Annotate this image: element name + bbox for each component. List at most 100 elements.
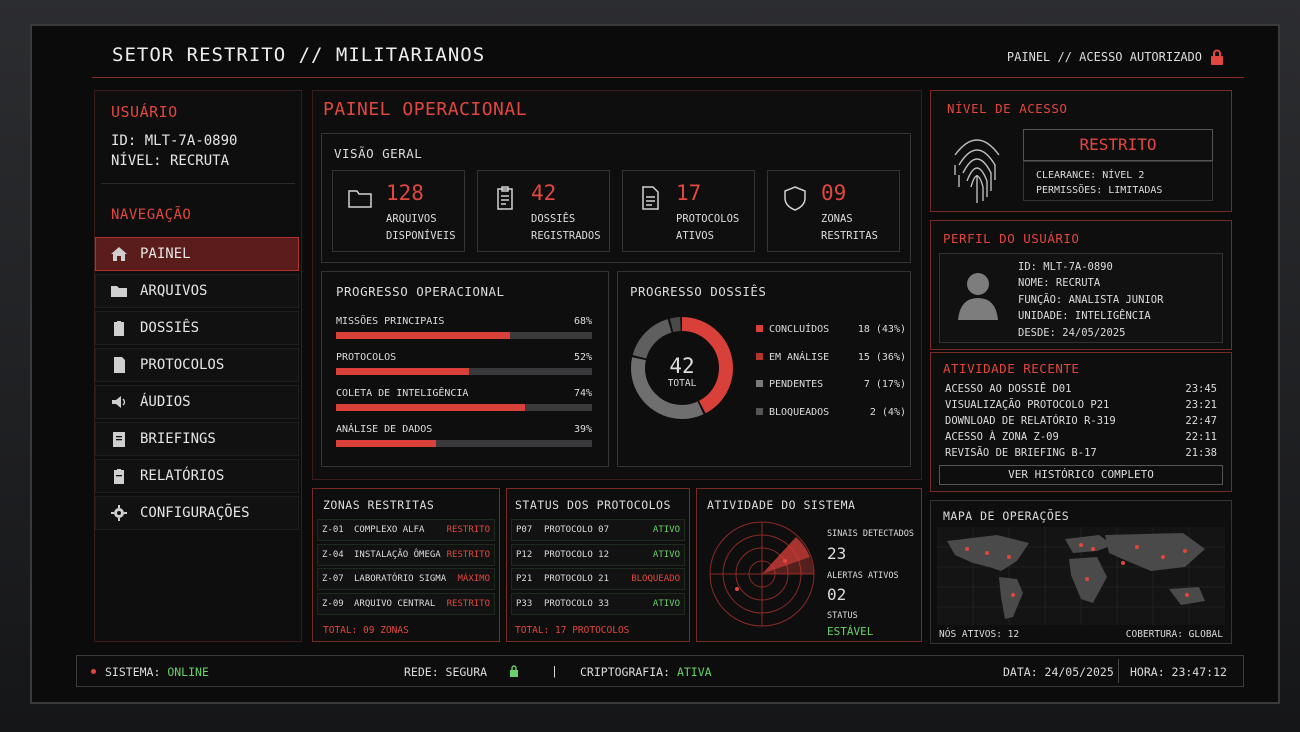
zone-name: LABORATÓRIO SIGMA	[354, 574, 447, 584]
activity-item: REVISÃO DE BRIEFING B-17 21:38	[945, 447, 1217, 459]
sidebar-item-relatorios[interactable]: RELATÓRIOS	[95, 459, 299, 493]
progress-track	[336, 440, 592, 447]
stat-card[interactable]: 17 PROTOCOLOS ATIVOS	[622, 170, 755, 252]
profile-unit: UNIDADE: INTELIGÊNCIA	[1018, 310, 1151, 323]
stat-label: ZONAS RESTRITAS	[821, 211, 878, 245]
stat-label-line1: PROTOCOLOS	[676, 213, 740, 225]
profile-name: NOME: RECRUTA	[1018, 277, 1101, 290]
protocol-code: P21	[516, 574, 533, 584]
progress-percent: 52%	[573, 352, 592, 363]
zone-name: COMPLEXO ALFA	[354, 525, 425, 535]
activity-time: 22:47	[1185, 415, 1217, 427]
overview-heading: VISÃO GERAL	[334, 146, 423, 161]
table-row[interactable]: P07 PROTOCOLO 07 ATIVO	[511, 519, 685, 541]
protocol-code: P12	[516, 549, 533, 560]
progress-label: MISSÕES PRINCIPAIS	[336, 316, 445, 327]
footer-separator: |	[551, 664, 558, 678]
zones-panel: ZONAS RESTRITAS Z-01 COMPLEXO ALFA RESTRIT…	[312, 488, 500, 642]
divider	[101, 183, 295, 184]
profile-heading: PERFIL DO USUÁRIO	[943, 231, 1080, 246]
activity-text: VISUALIZAÇÃO PROTOCOLO P21	[945, 399, 1110, 411]
progress-panel: PROGRESSO OPERACIONAL MISSÕES PRINCIPAIS…	[321, 271, 609, 467]
stat-card[interactable]: 128 ARQUIVOS DISPONÍVEIS	[332, 170, 465, 252]
zone-code: Z-09	[322, 598, 344, 609]
view-history-button[interactable]: VER HISTÓRICO COMPLETO	[939, 465, 1223, 485]
stat-label-line1: ARQUIVOS	[386, 213, 437, 225]
main-title: PAINEL OPERACIONAL	[323, 99, 528, 120]
table-row[interactable]: Z-04 INSTALAÇÃO ÔMEGA RESTRITO	[317, 543, 495, 566]
stat-label-line2: REGISTRADOS	[531, 230, 601, 242]
stat-label: PROTOCOLOS ATIVOS	[676, 211, 739, 245]
table-row[interactable]: P21 PROTOCOLO 21 BLOQUEADO	[511, 568, 685, 590]
sidebar-item-label: DOSSIÊS	[140, 320, 200, 336]
sidebar-item-dossies[interactable]: DOSSIÊS	[95, 311, 299, 345]
system-activity-panel: ATIVIDADE DO SISTEMA SINAIS DETECTADOS 2…	[696, 488, 922, 642]
legend-swatch	[756, 352, 763, 360]
system-status: SISTEMA: ONLINE	[105, 665, 209, 679]
zone-name: INSTALAÇÃO ÔMEGA	[354, 549, 441, 560]
sidebar-item-protocolos[interactable]: PROTOCOLOS	[95, 348, 299, 382]
system-status-label: SISTEMA:	[105, 665, 161, 679]
sidebar-item-arquivos[interactable]: ARQUIVOS	[95, 274, 299, 308]
shield-icon	[784, 186, 806, 211]
table-row[interactable]: Z-01 COMPLEXO ALFA RESTRITO	[317, 519, 495, 541]
progress-percent: 68%	[573, 316, 592, 327]
activity-time: 22:11	[1185, 431, 1217, 443]
sidebar-item-configuracoes[interactable]: CONFIGURAÇÕES	[95, 496, 299, 530]
legend-label: BLOQUEADOS	[769, 406, 830, 418]
table-row[interactable]: Z-07 LABORATÓRIO SIGMA MÁXIMO	[317, 568, 495, 590]
progress-label: PROTOCOLOS	[336, 352, 397, 363]
zones-heading: ZONAS RESTRITAS	[323, 498, 435, 512]
recent-activity-panel: ATIVIDADE RECENTE ACESSO AO DOSSIÊ D01 23…	[930, 352, 1232, 492]
sidebar-item-briefings[interactable]: BRIEFINGS	[95, 422, 299, 456]
activity-item: DOWNLOAD DE RELATÓRIO R-319 22:47	[945, 415, 1217, 427]
zones-total: TOTAL: 09 ZONAS	[323, 625, 409, 636]
stat-card[interactable]: 42 DOSSIÊS REGISTRADOS	[477, 170, 610, 252]
zone-code: Z-07	[322, 574, 344, 584]
signals-label: SINAIS DETECTADOS	[827, 529, 914, 539]
table-row[interactable]: P33 PROTOCOLO 33 ATIVO	[511, 592, 685, 615]
map-heading: MAPA DE OPERAÇÕES	[943, 509, 1070, 523]
dossier-panel: PROGRESSO DOSSIÊS 42 TOTAL CONCLUÍDOS 18 …	[617, 271, 911, 467]
progress-fill	[336, 332, 511, 339]
stat-card[interactable]: 09 ZONAS RESTRITAS	[767, 170, 900, 252]
lock-icon	[1211, 49, 1223, 65]
permissions-text: PERMISSÕES: LIMITADAS	[1036, 185, 1163, 196]
report-icon	[114, 469, 124, 484]
protocols-heading: STATUS DOS PROTOCOLOS	[515, 498, 671, 512]
access-indicator: PAINEL // ACESSO AUTORIZADO	[1007, 49, 1224, 65]
activity-item: VISUALIZAÇÃO PROTOCOLO P21 23:21	[945, 399, 1217, 411]
activity-item: ACESSO AO DOSSIÊ D01 23:45	[945, 383, 1217, 395]
access-details: CLEARANCE: NÍVEL 2 PERMISSÕES: LIMITADAS	[1023, 161, 1213, 201]
table-row[interactable]: Z-09 ARQUIVO CENTRAL RESTRITO	[317, 592, 495, 615]
table-row[interactable]: P12 PROTOCOLO 12 ATIVO	[511, 543, 685, 566]
activity-text: ACESSO AO DOSSIÊ D01	[945, 383, 1072, 395]
stat-label-line1: ZONAS	[821, 213, 853, 225]
sidebar-item-audios[interactable]: ÁUDIOS	[95, 385, 299, 419]
legend-label: CONCLUÍDOS	[769, 324, 830, 335]
progress-label: COLETA DE INTELIGÊNCIA	[336, 388, 469, 399]
sidebar-item-label: PROTOCOLOS	[140, 357, 225, 373]
crypto-label: CRIPTOGRAFIA:	[580, 665, 671, 679]
legend-item: EM ANÁLISE 15 (36%)	[756, 352, 906, 363]
stat-value: 128	[386, 181, 424, 205]
radar-icon	[709, 521, 815, 627]
footer-time: HORA: 23:47:12	[1130, 665, 1227, 679]
legend-label: PENDENTES	[769, 379, 824, 390]
activity-item: ACESSO À ZONA Z-09 22:11	[945, 431, 1217, 443]
sidebar-item-label: ÁUDIOS	[140, 394, 191, 410]
world-map	[937, 527, 1225, 625]
sidebar-item-painel[interactable]: PAINEL	[95, 237, 299, 271]
status-label: STATUS	[827, 611, 858, 621]
sidebar-item-label: PAINEL	[140, 246, 191, 262]
legend-swatch	[756, 407, 763, 415]
legend-item: CONCLUÍDOS 18 (43%)	[756, 324, 906, 335]
progress-percent: 74%	[573, 388, 592, 399]
user-info: ID: MLT-7A-0890 NÍVEL: RECRUTA	[111, 131, 237, 171]
operations-map-panel: MAPA DE OPERAÇÕES NÓS ATIVOS: 12 COBERTU…	[930, 500, 1232, 644]
profile-card: ID: MLT-7A-0890 NOME: RECRUTA FUNÇÃO: AN…	[939, 253, 1223, 343]
network-lock-icon	[510, 665, 518, 677]
protocols-panel: STATUS DOS PROTOCOLOS P07 PROTOCOLO 07 ATI…	[506, 488, 690, 642]
zone-status: RESTRITO	[446, 549, 490, 560]
access-level-panel: NÍVEL DE ACESSO RESTRITO CLEARANCE: NÍVE…	[930, 90, 1232, 212]
